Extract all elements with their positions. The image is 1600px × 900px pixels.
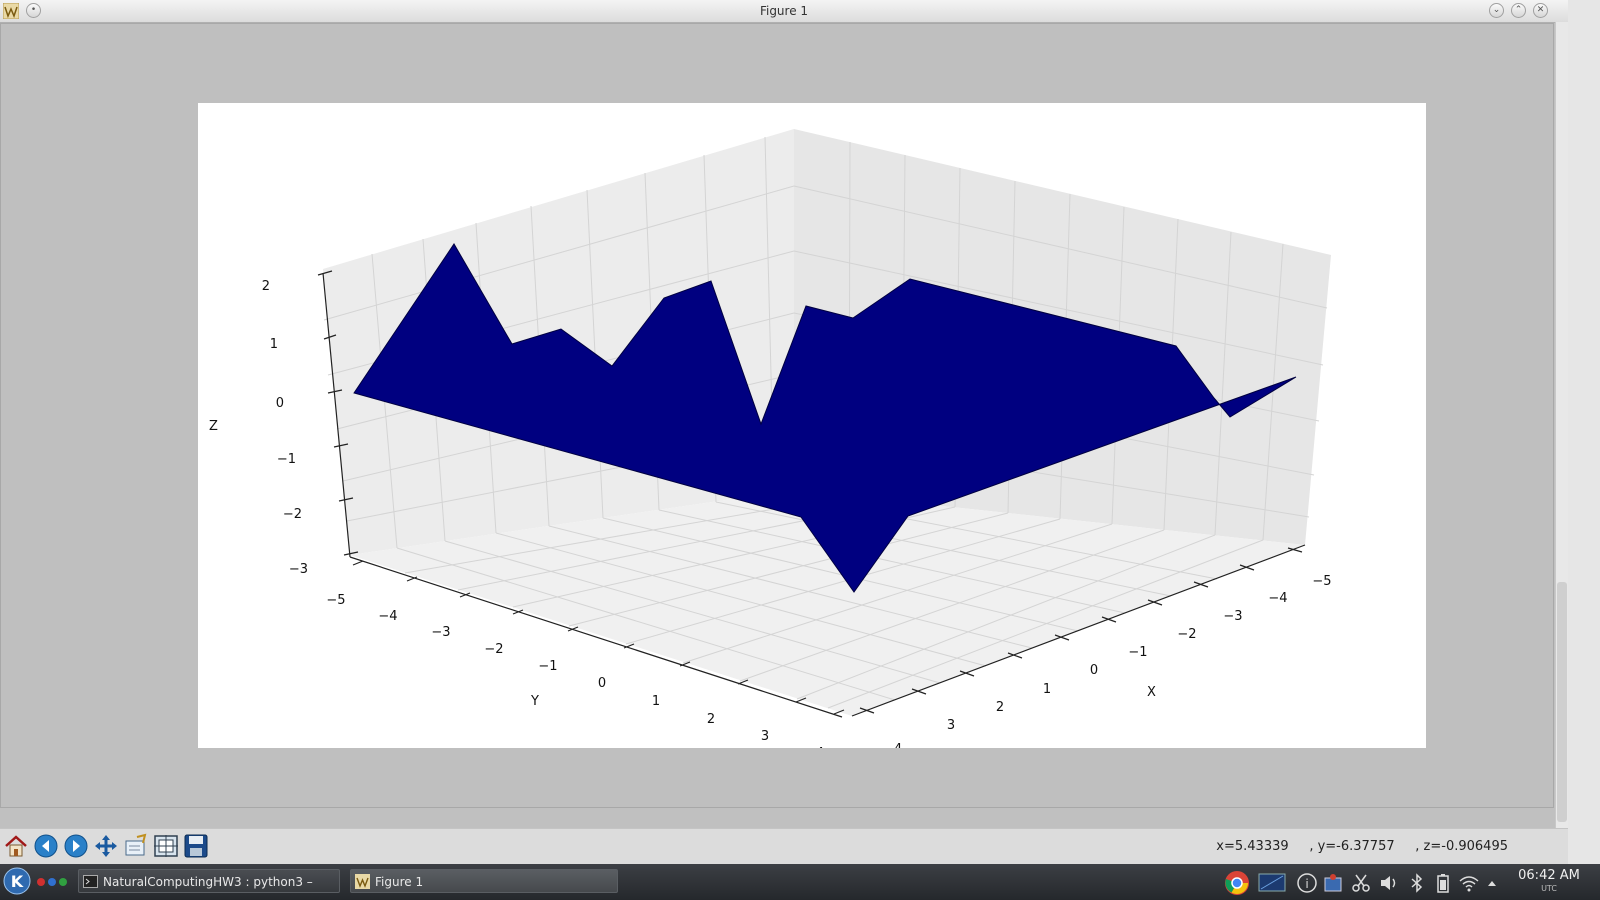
y-tick-label: 4 [816, 746, 824, 748]
taskbar-figure[interactable]: Figure 1 [350, 869, 618, 893]
window-title: Figure 1 [759, 4, 809, 18]
coord-y: , y=-6.37757 [1309, 839, 1395, 854]
y-tick-label: −4 [378, 609, 397, 624]
x-tick-label: 4 [894, 742, 902, 748]
coord-x: x=5.43339 [1216, 839, 1289, 854]
taskbar-konsole-label: NaturalComputingHW3 : python3 – Konsole [103, 875, 313, 900]
x-tick-label: 0 [1090, 663, 1098, 678]
y-tick-label: 2 [707, 712, 715, 727]
scissors-icon[interactable] [1350, 872, 1372, 894]
x-tick-label: −2 [1177, 627, 1196, 642]
z-tick-label: −1 [277, 452, 296, 467]
chrome-icon[interactable] [1224, 870, 1250, 896]
y-tick-label: −3 [431, 625, 450, 640]
x-tick-label: −5 [1312, 574, 1331, 589]
taskbar-figure-label: Figure 1 [375, 875, 424, 889]
subplots-config-icon[interactable] [153, 833, 179, 859]
clock-timezone: UTC [1541, 884, 1557, 893]
z-tick-labels: 2 1 0 −1 −2 −3 [262, 279, 308, 577]
arrow-right-icon[interactable] [63, 833, 89, 859]
plot-canvas[interactable]: 2 1 0 −1 −2 −3 −5 −4 −3 −2 −1 0 1 2 3 4 … [198, 103, 1426, 761]
x-tick-label: −1 [1128, 645, 1147, 660]
clock-time: 06:42 AM [1518, 868, 1580, 883]
z-tick-label: −2 [283, 507, 302, 522]
y-tick-label: 3 [761, 729, 769, 744]
clock[interactable]: 06:42 AM UTC [1514, 868, 1584, 893]
svg-text:i: i [1305, 877, 1308, 891]
x-axis-label: X [1147, 685, 1156, 700]
y-tick-label: 1 [652, 694, 660, 709]
coord-z: , z=-0.906495 [1415, 839, 1508, 854]
x-tick-label: 3 [947, 718, 955, 733]
activity-dots-icon[interactable] [36, 876, 70, 888]
window-titlebar[interactable]: • Figure 1 ⌄ ⌃ ✕ [0, 0, 1568, 23]
z-tick-label: −3 [289, 562, 308, 577]
kde-launcher-icon[interactable]: K [2, 866, 32, 896]
y-tick-label: −2 [484, 642, 503, 657]
svg-text:K: K [11, 872, 24, 891]
arrow-left-icon[interactable] [33, 833, 59, 859]
battery-icon[interactable] [1432, 872, 1454, 894]
y-tick-label: 0 [598, 676, 606, 691]
minimize-button[interactable]: ⌄ [1489, 3, 1504, 18]
cursor-coordinates: x=5.43339 , y=-6.37757 , z=-0.906495 [1216, 839, 1508, 854]
x-tick-label: 1 [1043, 682, 1051, 697]
z-tick-label: 1 [270, 337, 278, 352]
taskbar-konsole[interactable]: NaturalComputingHW3 : python3 – Konsole [78, 869, 340, 900]
maximize-button[interactable]: ⌃ [1511, 3, 1526, 18]
z-axis-label: Z [209, 419, 218, 434]
desktop-screen: • Figure 1 ⌄ ⌃ ✕ 2 1 0 −1 −2 −3 −5 −4 −3… [0, 0, 1600, 900]
vertical-scrollbar[interactable] [1555, 22, 1569, 882]
navigation-toolbar: x=5.43339 , y=-6.37757 , z=-0.906495 [0, 828, 1568, 865]
floppy-save-icon[interactable] [183, 833, 209, 859]
x-tick-label: −4 [1268, 591, 1287, 606]
desktop-right-edge [1568, 0, 1600, 900]
display-monitor-icon[interactable] [1258, 872, 1286, 894]
tray-expand-icon[interactable] [1486, 872, 1498, 894]
pan-move-icon[interactable] [93, 833, 119, 859]
volume-icon[interactable] [1378, 872, 1400, 894]
home-icon[interactable] [3, 833, 29, 859]
close-button[interactable]: ✕ [1533, 3, 1548, 18]
kde-taskbar: K NaturalComputingHW3 : python3 – Konsol… [0, 864, 1600, 900]
bluetooth-icon[interactable] [1406, 872, 1428, 894]
info-icon[interactable]: i [1296, 872, 1318, 894]
zoom-rect-icon[interactable] [123, 833, 149, 859]
z-tick-label: 0 [276, 396, 284, 411]
3d-surface-plot[interactable]: 2 1 0 −1 −2 −3 −5 −4 −3 −2 −1 0 1 2 3 4 … [198, 103, 1426, 761]
network-manager-icon[interactable] [1322, 872, 1344, 894]
y-tick-label: −1 [538, 659, 557, 674]
y-tick-label: −5 [326, 593, 345, 608]
y-axis-label: Y [530, 694, 539, 709]
z-tick-label: 2 [262, 279, 270, 294]
wifi-icon[interactable] [1458, 872, 1480, 894]
matplotlib-task-icon [355, 874, 370, 889]
terminal-icon [83, 875, 98, 888]
scrollbar-thumb[interactable] [1557, 582, 1567, 822]
x-tick-label: −3 [1223, 609, 1242, 624]
x-tick-label: 2 [996, 700, 1004, 715]
